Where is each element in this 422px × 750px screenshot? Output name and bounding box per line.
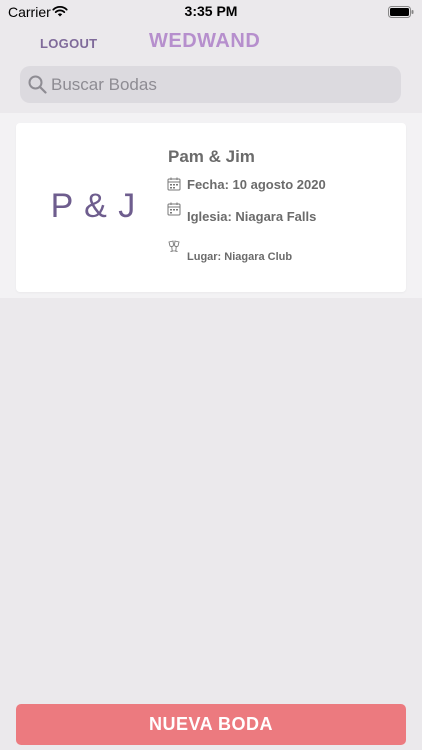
search-input[interactable] — [51, 66, 391, 103]
logout-button[interactable]: LOGOUT — [40, 36, 97, 51]
wedding-venue: Lugar: Niagara Club — [187, 251, 293, 263]
app-title: WEDWAND — [149, 30, 261, 52]
battery-icon — [388, 5, 414, 21]
wedding-couple-name: Pam & Jim — [168, 147, 255, 166]
wedding-initials: P & J — [50, 187, 137, 225]
nav-bar: LOGOUT WEDWAND — [0, 24, 422, 62]
calendar-icon — [167, 177, 181, 191]
status-bar: Carrier 3:35 PM — [0, 0, 422, 24]
search-bar[interactable] — [20, 66, 401, 103]
wedding-date: Fecha: 10 agosto 2020 — [187, 177, 326, 192]
champagne-glasses-icon — [168, 240, 180, 252]
new-wedding-button[interactable]: NUEVA BODA — [16, 704, 406, 745]
search-icon — [28, 75, 47, 99]
calendar-icon — [167, 202, 181, 216]
wedding-church: Iglesia: Niagara Falls — [187, 209, 317, 224]
wedding-card[interactable]: P & J Pam & Jim Fecha: 10 agosto 2020 Ig — [16, 123, 406, 292]
status-time: 3:35 PM — [184, 3, 238, 19]
